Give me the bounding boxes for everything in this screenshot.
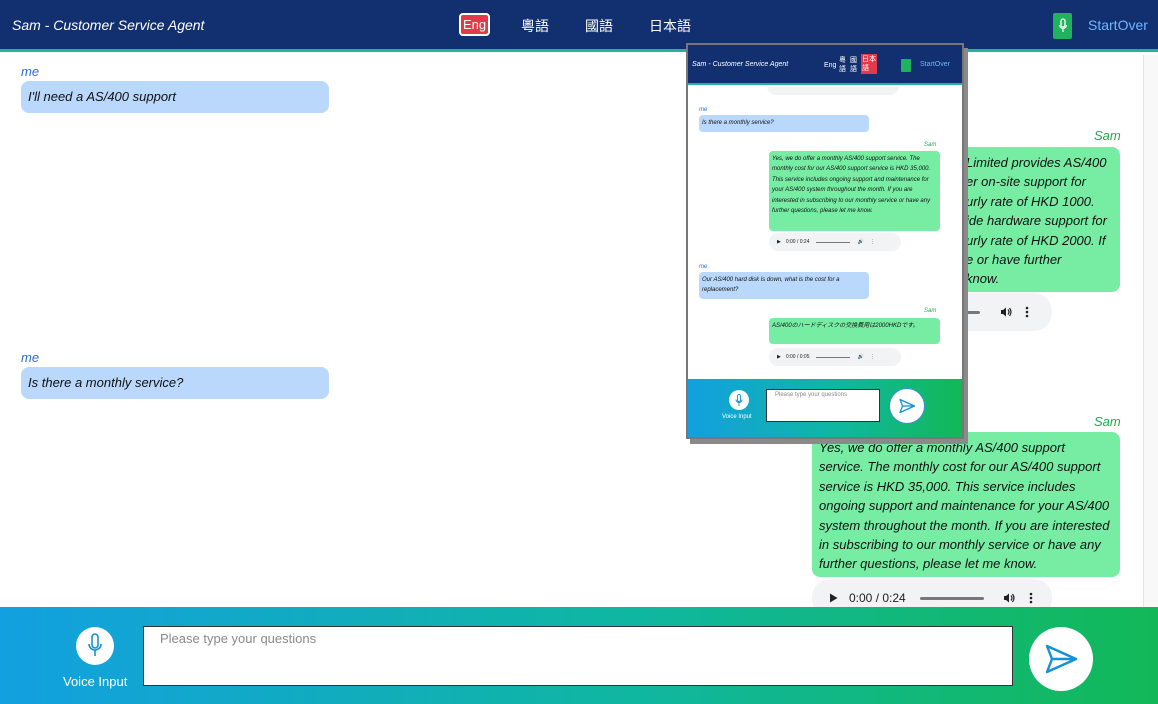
input-bar: Voice Input [0,607,1158,704]
audio-time: 0:00 / 0:24 [849,591,906,605]
microphone-icon [88,633,102,656]
thumb-lang-char: 日本 [862,56,876,63]
header-mic-button[interactable] [1053,13,1072,39]
thumb-audio-track [815,241,850,243]
thumb-sender-me: me [699,107,708,113]
bot-message-line: know. [966,271,1000,287]
thumb-lang-cantonese: 粵 語 [839,56,847,74]
send-button[interactable] [1029,627,1093,691]
chat-area[interactable]: me I'll need a AS/400 support Sam Limite… [0,55,1143,607]
thumb-play-icon: ▶ [777,239,781,245]
thumb-lang-eng: Eng [824,62,837,69]
thumb-user-bubble: Our AS/400 hard disk is down, what is th… [699,272,869,299]
bot-message-line: e or have further [966,252,1062,268]
thumb-lang-mandarin: 國 語 [850,56,858,74]
audio-progress-track[interactable] [964,310,980,314]
send-icon [1045,644,1078,674]
thumb-user-bubble: Is there a monthly service? [699,115,869,132]
user-message-bubble: I'll need a AS/400 support [21,81,329,113]
thumb-lang-japanese: 日本 語 [861,54,877,74]
bot-message-bubble: Limited provides AS/400 er on-site suppo… [958,147,1120,292]
audio-player[interactable]: 0:00 / 0:24 [812,579,1052,607]
bot-message-line: ide hardware support for [966,213,1107,229]
bot-message-line: er on-site support for [966,174,1086,190]
thumb-bot-bubble: AS/400のハードディスクの交換費用は2000HKDです。 [769,318,940,344]
more-options-icon[interactable] [1029,592,1033,604]
thumb-send-icon [899,398,916,414]
thumb-more-icon: ⋮ [869,239,875,245]
volume-icon[interactable] [1003,592,1015,604]
thumb-lang-char: 語 [862,65,869,72]
thumb-bot-bubble: Yes, we do offer a monthly AS/400 suppor… [769,151,940,231]
thumb-volume-icon: 🔊 [857,354,864,360]
thumb-sender-me: me [699,264,708,270]
header-bar: Sam - Customer Service Agent Eng 粵語 國語 日… [0,0,1158,52]
thumb-voice-label: Voice Input [722,414,752,420]
thumb-audio-player: ▶ 0:00 / 0:24 🔊 ⋮ [769,233,901,251]
thumb-audio-player: ▶ 0:00 / 0:05 🔊 ⋮ [769,348,901,366]
bot-message-line: urly rate of HKD 1000. [966,193,1095,209]
bot-message-bubble: Yes, we do offer a monthly AS/400 suppor… [812,432,1120,577]
startover-button[interactable]: StartOver [1088,17,1148,33]
thumb-startover: StartOver [920,61,950,68]
audio-player[interactable] [950,293,1052,331]
thumb-voice-button [729,390,749,410]
thumb-sender-sam: Sam [924,142,937,148]
thumb-header: Sam - Customer Service Agent Eng 粵 語 國 語… [688,45,962,85]
thumb-audio-player [767,87,899,95]
thumb-volume-icon: 🔊 [857,239,864,245]
sender-label-sam: Sam [1094,128,1121,143]
question-input[interactable] [143,626,1013,686]
microphone-icon [1058,18,1067,32]
play-icon[interactable] [829,593,838,603]
thumb-lang-char: 語 [850,66,857,73]
sender-label-sam: Sam [1094,414,1121,429]
lang-mandarin-button[interactable]: 國語 [585,16,613,36]
thumb-more-icon: ⋮ [869,354,875,360]
thumb-chat-area: me Is there a monthly service? Sam Yes, … [688,87,962,379]
audio-progress-track[interactable] [919,596,984,600]
thumb-microphone-icon [901,59,911,72]
lang-japanese-button[interactable]: 日本語 [649,16,691,36]
voice-input-button[interactable] [76,627,114,665]
voice-input-label: Voice Input [63,674,128,689]
sender-label-me: me [21,350,40,365]
thumb-lang-char: 國 [850,57,857,64]
thumb-audio-time: 0:00 / 0:24 [785,239,810,245]
sender-label-me: me [21,64,40,79]
preview-thumbnail: Sam - Customer Service Agent Eng 粵 語 國 語… [686,43,964,439]
thumb-title: Sam - Customer Service Agent [692,61,789,68]
lang-eng-button[interactable]: Eng [459,13,491,36]
thumb-play-icon: ▶ [777,354,781,360]
volume-icon[interactable] [1000,306,1012,318]
thumb-microphone-icon [735,393,743,406]
app-title: Sam - Customer Service Agent [12,17,205,33]
thumb-lang-char: 粵 [839,57,846,64]
thumb-audio-track [815,356,850,358]
thumb-input-bar: Voice Input Please type your questions [688,379,962,437]
chat-app: Sam - Customer Service Agent Eng 粵語 國語 日… [0,0,1158,704]
thumb-question-input: Please type your questions [766,389,880,422]
thumb-send-button [889,388,925,424]
thumb-sender-sam: Sam [924,308,937,314]
chat-scrollbar[interactable] [1143,55,1158,607]
bot-message-line: Limited provides AS/400 [966,155,1107,170]
thumb-audio-time: 0:00 / 0:05 [785,354,810,360]
user-message-bubble: Is there a monthly service? [21,367,329,399]
more-options-icon[interactable] [1025,306,1029,318]
lang-cantonese-button[interactable]: 粵語 [521,16,549,36]
thumb-lang-char: 語 [839,66,846,73]
bot-message-line: urly rate of HKD 2000. If [966,232,1106,248]
